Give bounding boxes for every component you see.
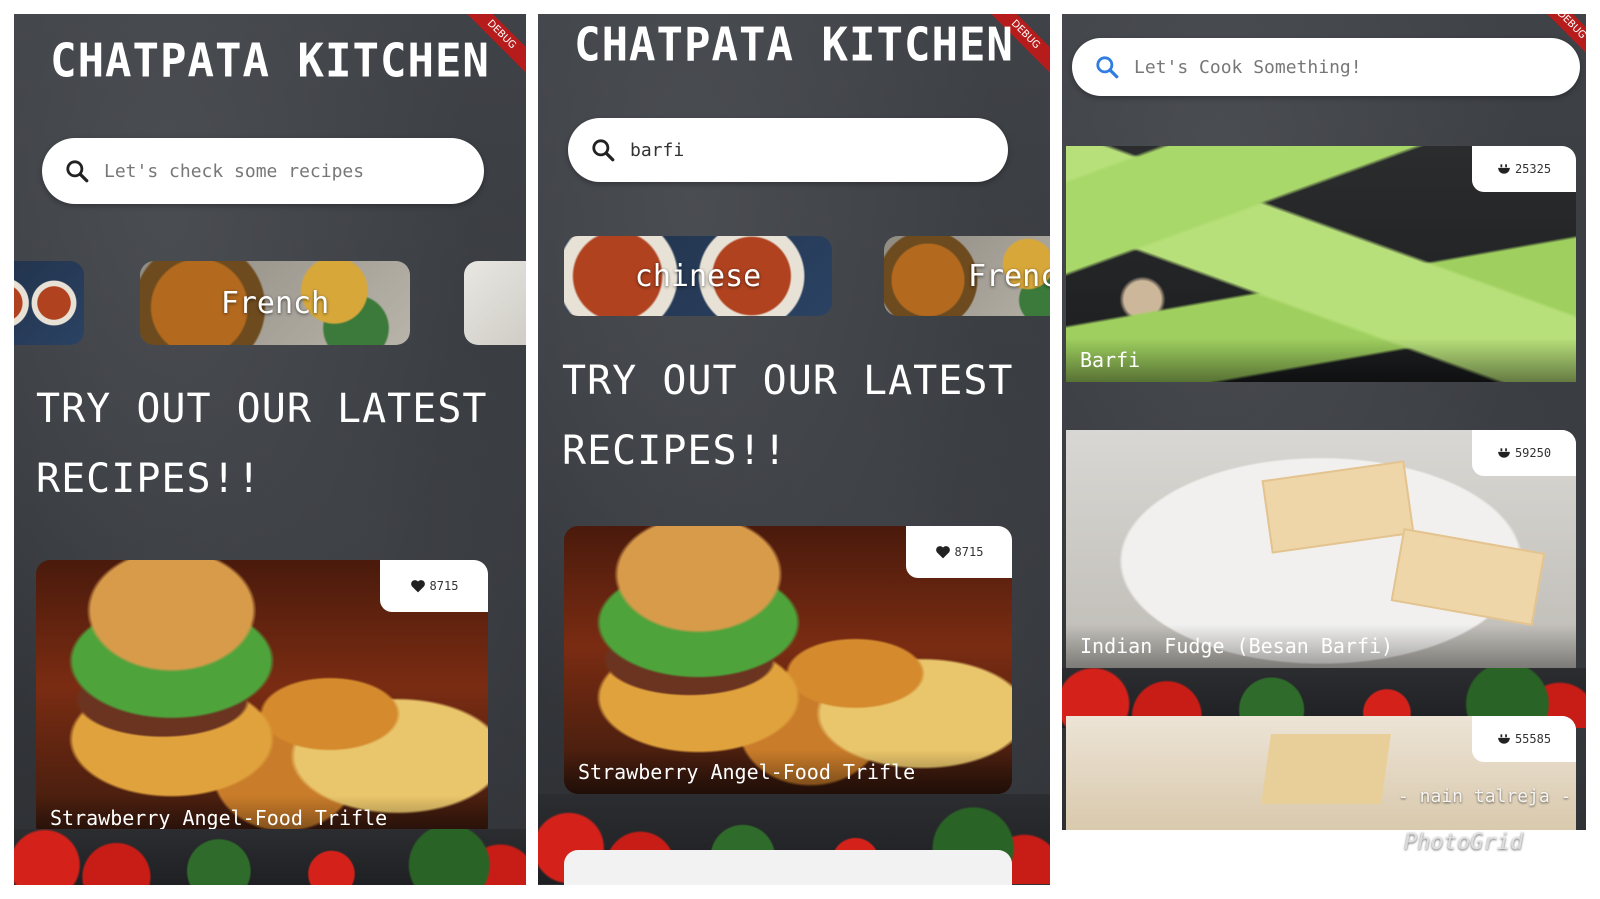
count-badge: 25325 (1472, 146, 1576, 192)
bowl-icon (1498, 448, 1510, 458)
recipe-name: Barfi (1066, 338, 1576, 382)
count-badge: 55585 (1472, 716, 1576, 762)
cuisine-carousel[interactable]: French (14, 261, 526, 345)
screen-search: DEBUG CHATPATA KITCHEN chinese French TR… (538, 14, 1050, 885)
section-heading-line1: TRY OUT OUR LATEST (562, 358, 1014, 404)
result-count: 55585 (1514, 732, 1552, 746)
search-icon (66, 160, 89, 183)
section-heading: TRY OUT OUR LATEST RECIPES!! (562, 346, 1013, 486)
section-heading: TRY OUT OUR LATEST RECIPES!! (36, 374, 487, 514)
search-input[interactable] (1134, 56, 1464, 78)
search-icon (592, 139, 615, 162)
recipe-name: Strawberry Angel-Food Trifle (564, 750, 1012, 794)
section-heading-line1: TRY OUT OUR LATEST (36, 386, 488, 432)
cuisine-card-chinese[interactable] (14, 261, 84, 345)
recipe-card[interactable]: 8715 Strawberry Angel-Food Trifle (564, 526, 1012, 794)
heart-icon (935, 546, 950, 559)
section-heading-line2: RECIPES!! (36, 456, 262, 502)
result-count: 59250 (1514, 446, 1552, 460)
cuisine-label: French (220, 285, 330, 321)
cuisine-card-next[interactable] (464, 261, 526, 345)
recipe-name: Indian Fudge (Besan Barfi) (1066, 624, 1576, 668)
search-bar[interactable] (1072, 38, 1580, 96)
author-watermark: - nain talreja - (1398, 786, 1572, 807)
search-bar[interactable] (568, 118, 1008, 182)
result-count: 25325 (1514, 162, 1552, 176)
likes-count: 8715 (429, 579, 459, 593)
likes-count: 8715 (954, 545, 984, 559)
section-heading-line2: RECIPES!! (562, 428, 788, 474)
screen-results: DEBUG 25325 Barfi 59250 Indian Fudge (Be… (1062, 14, 1586, 830)
background-vegetables (14, 829, 526, 885)
bowl-icon (1498, 164, 1510, 174)
cuisine-label: French (968, 258, 1050, 294)
likes-badge: 8715 (906, 526, 1012, 578)
photogrid-watermark: PhotoGrid (1404, 830, 1524, 855)
cuisine-label: chinese (634, 258, 762, 294)
cuisine-card-french[interactable]: French (140, 261, 410, 345)
recipe-card-next[interactable] (564, 850, 1012, 885)
result-card-third[interactable]: 55585 (1066, 716, 1576, 830)
likes-badge: 8715 (380, 560, 488, 612)
screen-home: DEBUG CHATPATA KITCHEN French TRY OUT OU… (14, 14, 526, 885)
app-title: CHATPATA KITCHEN (574, 18, 1014, 73)
search-input[interactable] (104, 160, 434, 182)
result-card-indian-fudge[interactable]: 59250 Indian Fudge (Besan Barfi) (1066, 430, 1576, 668)
cuisine-card-french[interactable]: French (884, 236, 1050, 316)
app-title: CHATPATA KITCHEN (50, 34, 490, 89)
search-bar[interactable] (42, 138, 484, 204)
count-badge: 59250 (1472, 430, 1576, 476)
cuisine-card-chinese[interactable]: chinese (564, 236, 832, 316)
search-icon (1096, 56, 1119, 79)
search-input[interactable] (630, 139, 960, 161)
cuisine-carousel[interactable]: chinese French (538, 236, 1050, 316)
recipe-card[interactable]: 8715 Strawberry Angel-Food Trifle (36, 560, 488, 840)
bowl-icon (1498, 734, 1510, 744)
heart-icon (410, 580, 425, 593)
result-card-barfi[interactable]: 25325 Barfi (1066, 146, 1576, 382)
